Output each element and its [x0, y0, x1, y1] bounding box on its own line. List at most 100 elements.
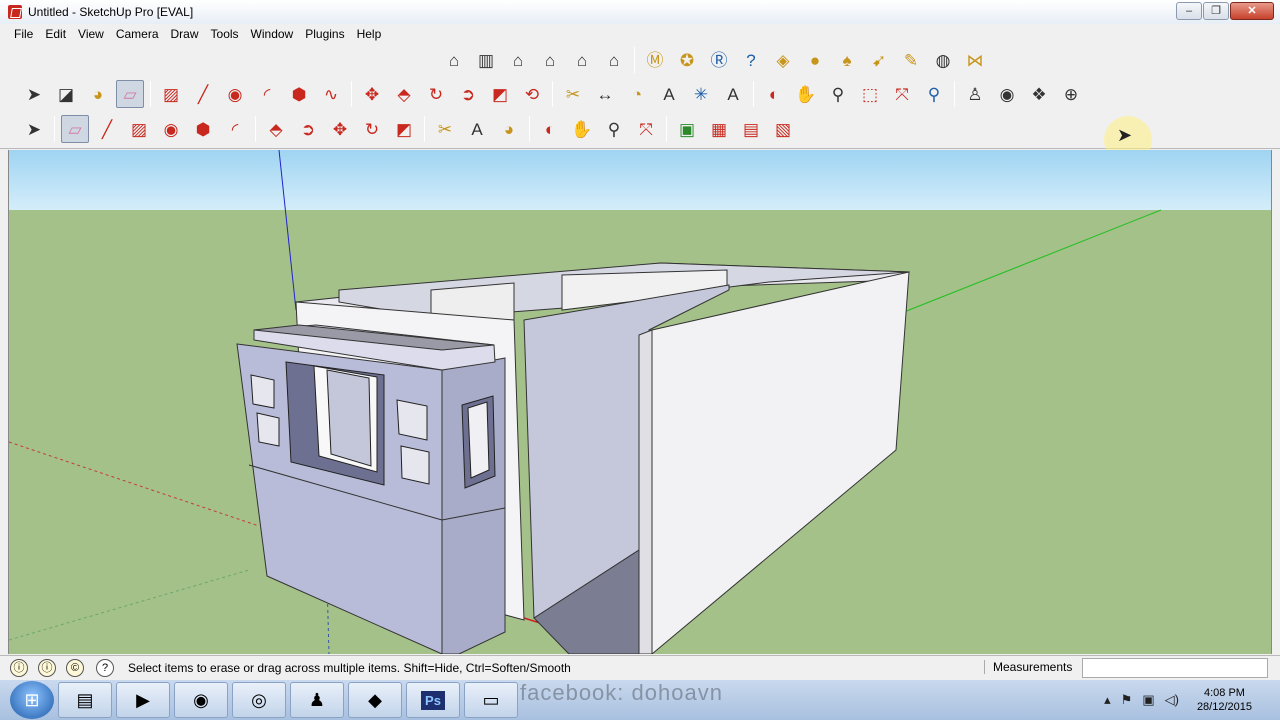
- dimension-icon[interactable]: ↔: [591, 80, 619, 108]
- circle-icon[interactable]: ◉: [221, 80, 249, 108]
- push-pull-icon[interactable]: ⬘: [262, 115, 290, 143]
- instructor-help-icon[interactable]: ?: [96, 659, 114, 677]
- pencil-line-icon[interactable]: ╱: [189, 80, 217, 108]
- action-center-flag-icon[interactable]: ⚑: [1121, 692, 1133, 708]
- push-pull-icon[interactable]: ⬘: [390, 80, 418, 108]
- system-clock[interactable]: 4:08 PM 28/12/2015: [1197, 686, 1252, 714]
- sketchup-icon[interactable]: ◆: [348, 682, 402, 718]
- zoom-icon[interactable]: ⚲: [600, 115, 628, 143]
- follow-me-icon[interactable]: ➲: [294, 115, 322, 143]
- minimize-button[interactable]: –: [1176, 2, 1202, 20]
- sun-plugin-icon[interactable]: ●: [801, 46, 829, 74]
- orbit-icon[interactable]: ◐: [760, 80, 788, 108]
- model-scene[interactable]: [9, 150, 1272, 654]
- move-icon[interactable]: ✥: [326, 115, 354, 143]
- lamp-plugin-icon[interactable]: ♠: [833, 46, 861, 74]
- polygon-icon[interactable]: ⬢: [285, 80, 313, 108]
- share-model-icon[interactable]: ▦: [705, 115, 733, 143]
- light-plugin-icon[interactable]: ✎: [897, 46, 925, 74]
- select-arrow-icon[interactable]: ➤: [20, 80, 48, 108]
- help-plugin-icon[interactable]: ?: [737, 46, 765, 74]
- eraser-icon[interactable]: ▱: [116, 80, 144, 108]
- menu-file[interactable]: File: [8, 27, 39, 41]
- maximize-button[interactable]: ❐: [1203, 2, 1229, 20]
- freehand-icon[interactable]: ∿: [317, 80, 345, 108]
- network-icon[interactable]: ▣: [1142, 692, 1154, 708]
- menu-plugins[interactable]: Plugins: [299, 27, 350, 41]
- start-button[interactable]: ⊞: [10, 681, 54, 719]
- geo-location-icon[interactable]: ⓘ: [10, 659, 28, 677]
- text-icon[interactable]: A: [655, 80, 683, 108]
- text-icon[interactable]: A: [463, 115, 491, 143]
- move-icon[interactable]: ✥: [358, 80, 386, 108]
- look-around-icon[interactable]: ◉: [993, 80, 1021, 108]
- menu-draw[interactable]: Draw: [165, 27, 205, 41]
- menu-window[interactable]: Window: [245, 27, 300, 41]
- user-sign-in-icon[interactable]: ©: [66, 659, 84, 677]
- paint-bucket-icon[interactable]: ◕: [84, 80, 112, 108]
- protractor-icon[interactable]: ◔: [623, 80, 651, 108]
- rectangle-icon[interactable]: ▨: [157, 80, 185, 108]
- photoshop-icon[interactable]: Ps: [406, 682, 460, 718]
- scale-icon[interactable]: ◩: [390, 115, 418, 143]
- tray-expand-icon[interactable]: ▴: [1104, 692, 1111, 708]
- zoom-extents-icon[interactable]: ⤧: [632, 115, 660, 143]
- follow-me-icon[interactable]: ➲: [454, 80, 482, 108]
- explorer-folder-icon[interactable]: ▤: [58, 682, 112, 718]
- user-app-icon[interactable]: ♟: [290, 682, 344, 718]
- pointer-plugin-icon[interactable]: ➹: [865, 46, 893, 74]
- scale-icon[interactable]: ◩: [486, 80, 514, 108]
- circle-icon[interactable]: ◉: [157, 115, 185, 143]
- component-icon[interactable]: ▥: [472, 46, 500, 74]
- bridge-plugin-icon[interactable]: ⋈: [961, 46, 989, 74]
- offset-icon[interactable]: ⟲: [518, 80, 546, 108]
- orbit-icon[interactable]: ◐: [536, 115, 564, 143]
- get-models-icon[interactable]: ▣: [673, 115, 701, 143]
- front-view-icon[interactable]: ⌂: [536, 46, 564, 74]
- walk-icon[interactable]: ❖: [1025, 80, 1053, 108]
- image-viewer-icon[interactable]: ▭: [464, 682, 518, 718]
- rotate-icon[interactable]: ↻: [422, 80, 450, 108]
- media-player-icon[interactable]: ▶: [116, 682, 170, 718]
- axes-icon[interactable]: ✳: [687, 80, 715, 108]
- chrome-icon[interactable]: ◎: [232, 682, 286, 718]
- select-arrow-icon[interactable]: ➤: [20, 115, 48, 143]
- 3d-text-icon[interactable]: A: [719, 80, 747, 108]
- pencil-line-icon[interactable]: ╱: [93, 115, 121, 143]
- tape-measure-icon[interactable]: ✂: [431, 115, 459, 143]
- firefox-icon[interactable]: ◉: [174, 682, 228, 718]
- previous-view-icon[interactable]: ⚲: [920, 80, 948, 108]
- close-button[interactable]: ✕: [1230, 2, 1274, 20]
- menu-edit[interactable]: Edit: [39, 27, 72, 41]
- side-view-icon[interactable]: ⌂: [600, 46, 628, 74]
- position-camera-icon[interactable]: ♙: [961, 80, 989, 108]
- volume-icon[interactable]: ◁): [1165, 692, 1179, 708]
- back-view-icon[interactable]: ⌂: [568, 46, 596, 74]
- menu-help[interactable]: Help: [351, 27, 388, 41]
- home-view-icon[interactable]: ⌂: [504, 46, 532, 74]
- pan-icon[interactable]: ✋: [568, 115, 596, 143]
- zoom-extents-icon[interactable]: ⤧: [888, 80, 916, 108]
- label-plugin-icon[interactable]: ◈: [769, 46, 797, 74]
- warehouse-icon[interactable]: ⌂: [440, 46, 468, 74]
- menu-camera[interactable]: Camera: [110, 27, 165, 41]
- eraser-icon[interactable]: ▱: [61, 115, 89, 143]
- rectangle-icon[interactable]: ▨: [125, 115, 153, 143]
- r-plugin-icon[interactable]: Ⓡ: [705, 46, 733, 74]
- extension-warehouse-icon[interactable]: ▧: [769, 115, 797, 143]
- rotate-icon[interactable]: ↻: [358, 115, 386, 143]
- paint-bucket-icon[interactable]: ◕: [495, 115, 523, 143]
- measurements-input[interactable]: [1082, 658, 1268, 678]
- polygon-icon[interactable]: ⬢: [189, 115, 217, 143]
- m-plugin-icon[interactable]: Ⓜ: [641, 46, 669, 74]
- section-plane-icon[interactable]: ⊕: [1057, 80, 1085, 108]
- credits-icon[interactable]: ⓘ: [38, 659, 56, 677]
- share-component-icon[interactable]: ▤: [737, 115, 765, 143]
- tag-plugin-icon[interactable]: ✪: [673, 46, 701, 74]
- menu-tools[interactable]: Tools: [205, 27, 245, 41]
- tape-measure-icon[interactable]: ✂: [559, 80, 587, 108]
- arc-icon[interactable]: ◜: [253, 80, 281, 108]
- menu-view[interactable]: View: [72, 27, 110, 41]
- zoom-icon[interactable]: ⚲: [824, 80, 852, 108]
- zoom-window-icon[interactable]: ⬚: [856, 80, 884, 108]
